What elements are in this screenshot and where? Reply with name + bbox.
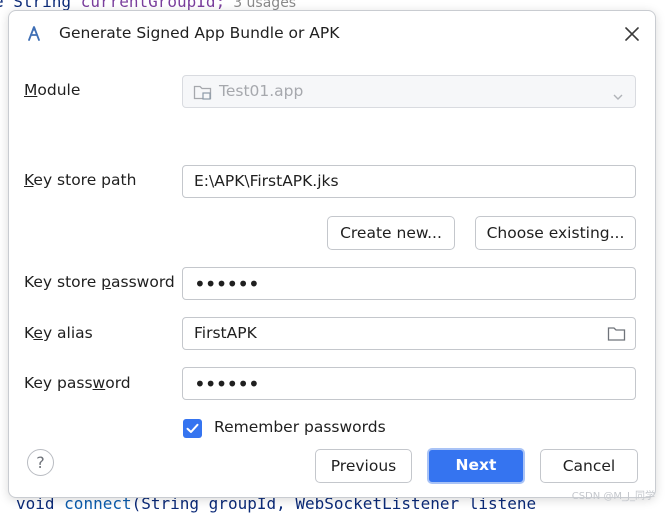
folder-icon[interactable] — [607, 326, 626, 346]
dialog-title: Generate Signed App Bundle or APK — [59, 24, 340, 42]
cancel-button[interactable]: Cancel — [540, 449, 638, 483]
module-label: Module — [24, 81, 80, 99]
key-store-password-input[interactable]: •••••• — [182, 267, 636, 300]
key-alias-input[interactable]: FirstAPK — [182, 317, 636, 350]
generate-signed-apk-dialog: Generate Signed App Bundle or APK Module… — [8, 10, 656, 498]
key-password-input[interactable]: •••••• — [182, 367, 636, 400]
key-store-path-label: Key store path — [24, 171, 136, 189]
help-icon[interactable]: ? — [27, 449, 54, 476]
key-store-password-label: Key store password — [24, 273, 175, 291]
module-label-text: odule — [37, 81, 81, 99]
module-select[interactable]: Test01.app — [182, 75, 636, 108]
remember-passwords-label[interactable]: Remember passwords — [214, 418, 386, 436]
key-alias-mnemonic: e — [33, 324, 43, 342]
create-new-button[interactable]: Create new... — [327, 216, 455, 250]
key-store-password-masked: •••••• — [194, 272, 260, 296]
key-password-label: Key password — [24, 374, 131, 392]
remember-passwords-checkbox[interactable] — [183, 419, 202, 438]
chevron-down-icon — [612, 87, 624, 106]
key-store-password-label-prefix: Key store — [24, 273, 102, 291]
key-alias-label: Key alias — [24, 324, 93, 342]
key-store-path-mnemonic: K — [24, 171, 34, 189]
checkmark-icon — [186, 423, 199, 433]
key-password-mnemonic: w — [92, 374, 106, 392]
key-password-label-prefix: Key pass — [24, 374, 93, 392]
key-store-path-value: E:\APK\FirstAPK.jks — [194, 172, 339, 190]
key-password-masked: •••••• — [194, 372, 260, 396]
module-value: Test01.app — [219, 82, 304, 100]
watermark: CSDN @M_J_同学 — [571, 491, 655, 502]
key-alias-label-suffix: y alias — [42, 324, 93, 342]
key-store-password-label-suffix: assword — [111, 273, 175, 291]
next-button[interactable]: Next — [427, 448, 525, 484]
key-store-path-input[interactable]: E:\APK\FirstAPK.jks — [182, 165, 636, 198]
key-alias-value: FirstAPK — [194, 324, 257, 342]
key-alias-label-prefix: K — [24, 324, 34, 342]
key-password-label-suffix: ord — [105, 374, 131, 392]
key-store-password-mnemonic: p — [101, 273, 112, 291]
android-studio-icon — [25, 25, 43, 43]
previous-button[interactable]: Previous — [315, 449, 412, 483]
key-store-path-label-text: ey store path — [33, 171, 137, 189]
close-icon[interactable] — [621, 23, 643, 45]
module-label-mnemonic: M — [24, 81, 38, 99]
dialog-title-bar: Generate Signed App Bundle or APK — [9, 11, 655, 55]
module-folder-icon — [193, 84, 213, 105]
choose-existing-button[interactable]: Choose existing... — [475, 216, 636, 250]
